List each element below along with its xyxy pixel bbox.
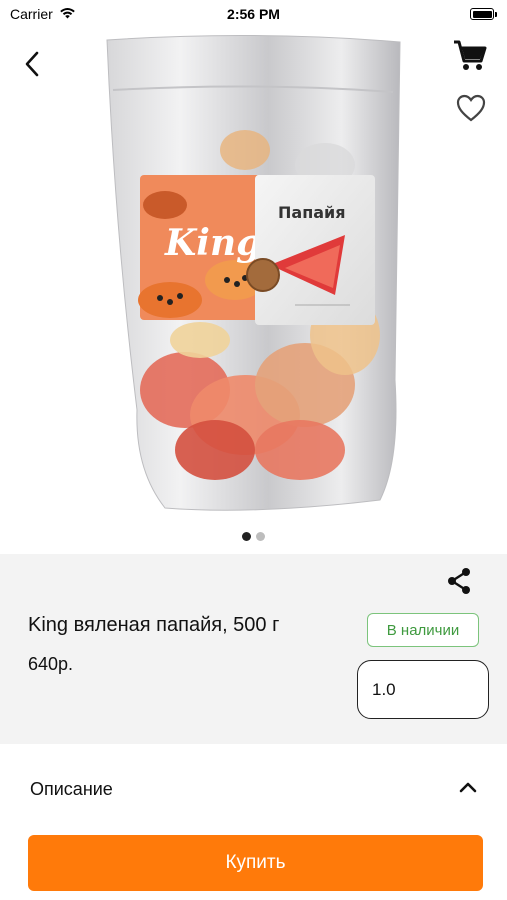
back-button[interactable]	[16, 50, 48, 82]
page-dot-2[interactable]	[256, 532, 265, 541]
brand-logo: King	[164, 222, 261, 264]
battery-icon	[470, 8, 497, 20]
share-icon	[446, 567, 472, 600]
share-button[interactable]	[444, 567, 474, 600]
product-image[interactable]: King Папайя	[95, 30, 415, 520]
product-info-panel: King вяленая папайя, 500 г 640р. В налич…	[0, 554, 507, 744]
chevron-up-icon	[459, 780, 477, 798]
product-price: 640р.	[28, 654, 74, 674]
description-label: Описание	[30, 778, 113, 799]
stock-status-badge: В наличии	[367, 613, 479, 647]
status-bar: Carrier 2:56 PM	[0, 0, 507, 28]
wifi-icon	[59, 6, 76, 22]
cart-button[interactable]	[450, 40, 490, 76]
chevron-left-icon	[22, 50, 42, 83]
heart-outline-icon	[456, 94, 486, 127]
description-toggle[interactable]: Описание	[0, 760, 507, 818]
cart-icon	[453, 40, 487, 77]
status-time: 2:56 PM	[227, 6, 280, 22]
gallery-pagination[interactable]	[0, 532, 507, 541]
quantity-input[interactable]	[357, 660, 489, 719]
carrier-label: Carrier	[10, 6, 53, 22]
status-left: Carrier	[10, 6, 76, 22]
favorite-button[interactable]	[453, 92, 489, 128]
package-label: Папайя	[278, 203, 346, 222]
page-dot-1[interactable]	[242, 532, 251, 541]
buy-button[interactable]: Купить	[28, 835, 483, 891]
product-title: King вяленая папайя, 500 г	[28, 614, 280, 636]
